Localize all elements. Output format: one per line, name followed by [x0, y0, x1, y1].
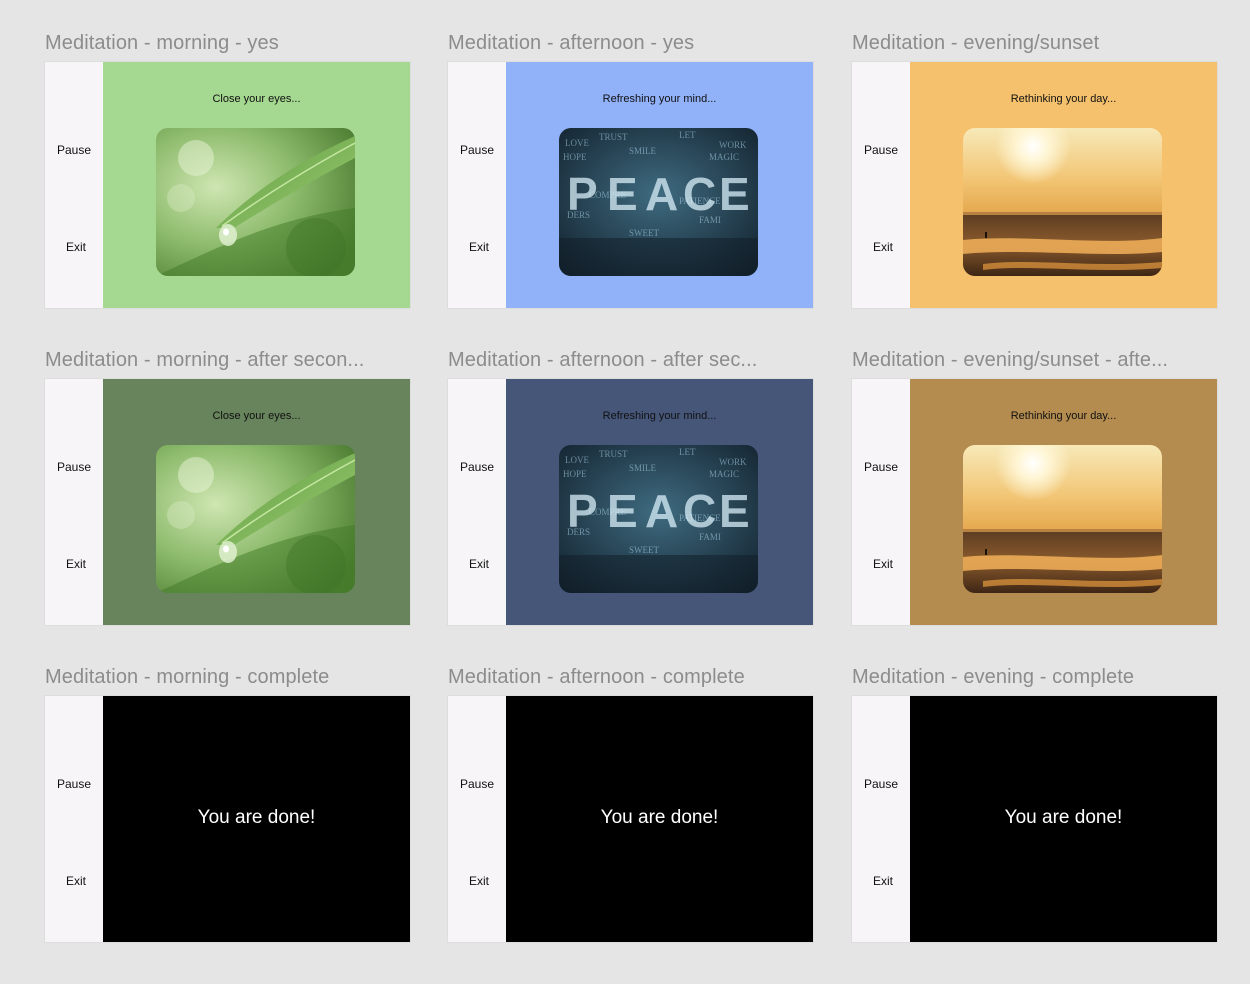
sidebar: Pause Exit [852, 696, 910, 942]
svg-text:HOPE: HOPE [563, 469, 587, 479]
svg-text:MAGIC: MAGIC [709, 152, 739, 162]
exit-button[interactable]: Exit [854, 874, 912, 888]
screen: Pause Exit Rethinking your day... [852, 379, 1217, 625]
svg-text:A: A [645, 485, 678, 537]
meditation-caption: Rethinking your day... [1010, 93, 1117, 105]
meditation-panel: Refreshing your mind... LOVE TRUST LET WORK… [506, 379, 813, 625]
svg-text:C: C [683, 485, 716, 537]
meditation-caption: Close your eyes... [212, 410, 301, 422]
svg-text:WORK: WORK [719, 140, 747, 150]
pause-button[interactable]: Pause [448, 777, 506, 791]
frame-title: Meditation - evening/sunset [852, 32, 1100, 54]
svg-text:HOPE: HOPE [563, 152, 587, 162]
svg-text:MAGIC: MAGIC [709, 469, 739, 479]
meditation-caption: Refreshing your mind... [602, 93, 717, 105]
sidebar: Pause Exit [852, 379, 910, 625]
meditation-panel: Close your eyes... [103, 62, 410, 308]
pause-button[interactable]: Pause [852, 777, 910, 791]
exit-button[interactable]: Exit [450, 874, 508, 888]
complete-panel: You are done! [910, 696, 1217, 942]
frame-title: Meditation - morning - complete [45, 666, 330, 688]
meditation-panel: Rethinking your day... [910, 62, 1217, 308]
svg-text:LOVE: LOVE [565, 138, 589, 148]
frame-title: Meditation - afternoon - complete [448, 666, 745, 688]
pause-button[interactable]: Pause [45, 777, 103, 791]
svg-text:E: E [719, 485, 750, 537]
svg-text:WORK: WORK [719, 457, 747, 467]
exit-button[interactable]: Exit [854, 240, 912, 254]
done-message: You are done! [600, 807, 719, 828]
sidebar: Pause Exit [45, 62, 103, 308]
done-message: You are done! [197, 807, 316, 828]
leaf-drop-image [156, 128, 355, 276]
pause-button[interactable]: Pause [448, 460, 506, 474]
svg-text:SWEET: SWEET [629, 228, 659, 238]
meditation-panel: Rethinking your day... [910, 379, 1217, 625]
svg-text:LOVE: LOVE [565, 455, 589, 465]
frame-title: Meditation - afternoon - after sec... [448, 349, 758, 371]
svg-text:LET: LET [679, 447, 696, 457]
svg-text:SMILE: SMILE [629, 463, 657, 473]
frame-title: Meditation - evening - complete [852, 666, 1135, 688]
sidebar: Pause Exit [448, 62, 506, 308]
complete-panel: You are done! [506, 696, 813, 942]
svg-text:P: P [567, 485, 598, 537]
frame-title: Meditation - morning - yes [45, 32, 279, 54]
sunset-beach-image [963, 445, 1162, 593]
screen: Pause Exit Refreshing your mind... LOVE T… [448, 62, 813, 308]
svg-text:E: E [607, 168, 638, 220]
screen: Pause Exit You are done! [852, 696, 1217, 942]
sidebar: Pause Exit [45, 379, 103, 625]
exit-button[interactable]: Exit [47, 874, 105, 888]
svg-text:E: E [719, 168, 750, 220]
svg-text:SWEET: SWEET [629, 545, 659, 555]
pause-button[interactable]: Pause [448, 143, 506, 157]
screen: Pause Exit Close your eyes... [45, 379, 410, 625]
frame-title: Meditation - afternoon - yes [448, 32, 695, 54]
pause-button[interactable]: Pause [852, 143, 910, 157]
sidebar: Pause Exit [448, 696, 506, 942]
exit-button[interactable]: Exit [450, 557, 508, 571]
done-message: You are done! [1004, 807, 1123, 828]
screen: Pause Exit Rethinking your day... [852, 62, 1217, 308]
exit-button[interactable]: Exit [47, 557, 105, 571]
svg-text:P: P [567, 168, 598, 220]
frame-title: Meditation - morning - after secon... [45, 349, 365, 371]
complete-panel: You are done! [103, 696, 410, 942]
screen: Pause Exit You are done! [448, 696, 813, 942]
svg-text:SMILE: SMILE [629, 146, 657, 156]
pause-button[interactable]: Pause [45, 460, 103, 474]
sunset-beach-image [963, 128, 1162, 276]
sidebar: Pause Exit [448, 379, 506, 625]
meditation-caption: Close your eyes... [212, 93, 301, 105]
meditation-panel: Close your eyes... [103, 379, 410, 625]
screen: Pause Exit Close your eyes... [45, 62, 410, 308]
svg-text:E: E [607, 485, 638, 537]
sidebar: Pause Exit [852, 62, 910, 308]
svg-text:C: C [683, 168, 716, 220]
meditation-caption: Rethinking your day... [1010, 410, 1117, 422]
peace-words-image: LOVE TRUST LET WORK HOPE SMILE MAGIC COMPRE PA… [559, 445, 758, 593]
svg-text:A: A [645, 168, 678, 220]
exit-button[interactable]: Exit [47, 240, 105, 254]
svg-text:TRUST: TRUST [599, 449, 628, 459]
svg-text:TRUST: TRUST [599, 132, 628, 142]
exit-button[interactable]: Exit [854, 557, 912, 571]
frame-title: Meditation - evening/sunset - afte... [852, 349, 1169, 371]
svg-text:LET: LET [679, 130, 696, 140]
sidebar: Pause Exit [45, 696, 103, 942]
screen: Pause Exit Refreshing your mind... LOVE T… [448, 379, 813, 625]
pause-button[interactable]: Pause [45, 143, 103, 157]
pause-button[interactable]: Pause [852, 460, 910, 474]
meditation-caption: Refreshing your mind... [602, 410, 717, 422]
leaf-drop-image [156, 445, 355, 593]
exit-button[interactable]: Exit [450, 240, 508, 254]
peace-words-image: LOVE TRUST LET WORK HOPE SMILE MAGIC COMPRE PA… [559, 128, 758, 276]
screen: Pause Exit You are done! [45, 696, 410, 942]
meditation-panel: Refreshing your mind... LOVE TRUST LET WORK… [506, 62, 813, 308]
